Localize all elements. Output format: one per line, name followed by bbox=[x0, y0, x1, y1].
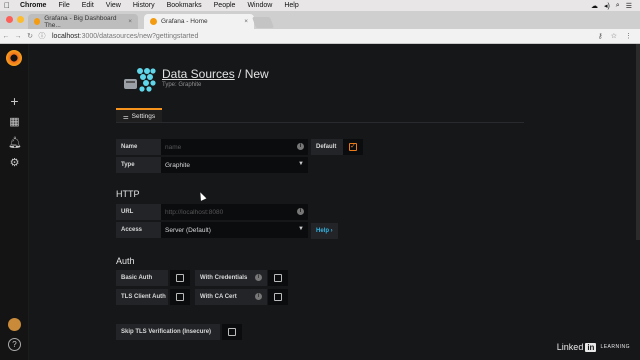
access-select[interactable]: Server (Default) ▼ bbox=[161, 222, 308, 238]
menu-file[interactable]: File bbox=[52, 2, 75, 9]
title-suffix: / New bbox=[234, 67, 269, 81]
gear-icon[interactable]: ⚙ bbox=[8, 157, 21, 170]
tls-client-auth-checkbox[interactable] bbox=[170, 289, 190, 305]
checkmark-icon: ✓ bbox=[349, 143, 357, 151]
star-icon[interactable]: ☆ bbox=[611, 32, 617, 40]
menu-dots-icon[interactable]: ⋮ bbox=[625, 32, 632, 40]
minimize-window-icon[interactable] bbox=[17, 16, 24, 23]
type-select[interactable]: Graphite ▼ bbox=[161, 157, 308, 173]
close-tab-icon[interactable]: × bbox=[128, 18, 132, 25]
menu-help[interactable]: Help bbox=[278, 2, 304, 9]
menu-edit[interactable]: Edit bbox=[76, 2, 100, 9]
with-credentials-label: With Credentials i bbox=[195, 270, 267, 286]
dashboards-icon[interactable]: ▦ bbox=[8, 116, 21, 129]
type-value: Graphite bbox=[165, 161, 190, 169]
mouse-cursor-icon bbox=[197, 191, 207, 201]
browser-tab-strip: Grafana - Big Dashboard The... × Grafana… bbox=[0, 11, 640, 29]
menu-chrome[interactable]: Chrome bbox=[14, 2, 52, 9]
with-credentials-checkbox[interactable] bbox=[268, 270, 288, 286]
cloud-icon[interactable]: ☁ bbox=[591, 2, 598, 10]
address-bar: ← → ↻ ⓘ localhost:3000/datasources/new?g… bbox=[0, 29, 640, 44]
linkedin-learning-watermark: Linked in LEARNING bbox=[557, 342, 630, 352]
bell-icon[interactable]: 🔔︎ bbox=[8, 137, 22, 150]
watermark-in: in bbox=[585, 342, 597, 352]
avatar[interactable] bbox=[8, 318, 21, 331]
data-sources-link[interactable]: Data Sources bbox=[162, 67, 235, 81]
menu-window[interactable]: Window bbox=[241, 2, 278, 9]
tab-settings[interactable]: ⚌ Settings bbox=[116, 108, 162, 123]
menu-bookmarks[interactable]: Bookmarks bbox=[161, 2, 208, 9]
toolbar-icons: ⚷ ☆ ⋮ bbox=[598, 32, 640, 40]
menu-history[interactable]: History bbox=[127, 2, 161, 9]
http-section-title: HTTP bbox=[116, 189, 140, 199]
search-icon[interactable]: ⌕ bbox=[616, 2, 620, 10]
with-ca-cert-label: With CA Cert i bbox=[195, 289, 267, 305]
url-placeholder: http://localhost:8080 bbox=[165, 208, 224, 216]
info-icon[interactable]: i bbox=[255, 293, 262, 300]
info-icon[interactable]: i bbox=[297, 208, 304, 215]
scrollbar[interactable] bbox=[636, 44, 640, 240]
help-button[interactable]: Help › bbox=[311, 223, 338, 239]
default-checkbox[interactable]: ✓ bbox=[343, 139, 363, 155]
info-icon[interactable]: i bbox=[255, 274, 262, 281]
name-field[interactable]: name i bbox=[161, 139, 308, 155]
apple-icon[interactable]:  bbox=[0, 1, 14, 10]
menu-people[interactable]: People bbox=[208, 2, 242, 9]
url-host: localhost bbox=[52, 32, 80, 40]
tab-title: Grafana - Home bbox=[161, 18, 208, 25]
tab-underline bbox=[116, 122, 524, 123]
info-icon[interactable]: i bbox=[297, 143, 304, 150]
new-tab-button[interactable] bbox=[251, 17, 275, 28]
reload-icon[interactable]: ↻ bbox=[24, 32, 36, 40]
grafana-favicon-icon bbox=[150, 18, 157, 25]
url-field[interactable]: localhost:3000/datasources/new?gettingst… bbox=[52, 33, 198, 40]
with-ca-cert-checkbox[interactable] bbox=[268, 289, 288, 305]
close-tab-icon[interactable]: × bbox=[244, 18, 248, 25]
page-title: Data Sources / New bbox=[162, 67, 269, 81]
skip-tls-checkbox[interactable] bbox=[222, 324, 242, 340]
key-icon[interactable]: ⚷ bbox=[598, 32, 603, 40]
menu-view[interactable]: View bbox=[100, 2, 127, 9]
grafana-sidebar: + ▦ 🔔︎ ⚙ ? bbox=[0, 44, 29, 360]
mac-menu-bar:  Chrome File Edit View History Bookmark… bbox=[0, 0, 640, 11]
access-value: Server (Default) bbox=[165, 226, 211, 234]
tab-title: Grafana - Big Dashboard The... bbox=[44, 14, 117, 29]
volume-icon[interactable]: ◂) bbox=[604, 2, 610, 10]
name-placeholder: name bbox=[165, 143, 182, 151]
browser-tab-big-dashboard[interactable]: Grafana - Big Dashboard The... × bbox=[28, 14, 138, 29]
forward-icon[interactable]: → bbox=[12, 33, 24, 40]
info-icon[interactable]: ⓘ bbox=[36, 31, 48, 41]
tls-client-auth-label: TLS Client Auth bbox=[116, 289, 168, 305]
page-subtitle: Type: Graphite bbox=[162, 82, 202, 88]
url-label: URL bbox=[116, 204, 161, 220]
datasource-icon bbox=[124, 68, 156, 92]
tab-settings-label: Settings bbox=[131, 113, 156, 120]
auth-section-title: Auth bbox=[116, 256, 135, 266]
skip-tls-label: Skip TLS Verification (Insecure) bbox=[116, 324, 220, 340]
watermark-linked: Linked bbox=[556, 342, 584, 352]
caret-down-icon: ▼ bbox=[298, 161, 304, 167]
help-icon[interactable]: ? bbox=[8, 338, 21, 351]
close-window-icon[interactable] bbox=[6, 16, 13, 23]
status-icons: ☁ ◂) ⌕ ☰ bbox=[591, 2, 640, 10]
access-label: Access bbox=[116, 222, 161, 238]
url-path: :3000/datasources/new?gettingstarted bbox=[79, 32, 199, 40]
caret-down-icon: ▼ bbox=[298, 226, 304, 232]
basic-auth-label: Basic Auth bbox=[116, 270, 168, 286]
default-label: Default bbox=[311, 139, 343, 155]
grafana-logo-icon[interactable] bbox=[6, 50, 22, 66]
browser-tab-home[interactable]: Grafana - Home × bbox=[144, 14, 254, 29]
sliders-icon: ⚌ bbox=[122, 113, 129, 121]
url-input[interactable]: http://localhost:8080 i bbox=[161, 204, 308, 220]
plus-icon[interactable]: + bbox=[8, 94, 21, 108]
back-icon[interactable]: ← bbox=[0, 33, 12, 40]
type-label: Type bbox=[116, 157, 161, 173]
basic-auth-checkbox[interactable] bbox=[170, 270, 190, 286]
list-icon[interactable]: ☰ bbox=[626, 2, 632, 10]
name-label: Name bbox=[116, 139, 161, 155]
grafana-favicon-icon bbox=[34, 18, 41, 25]
watermark-learning: LEARNING bbox=[600, 344, 630, 350]
